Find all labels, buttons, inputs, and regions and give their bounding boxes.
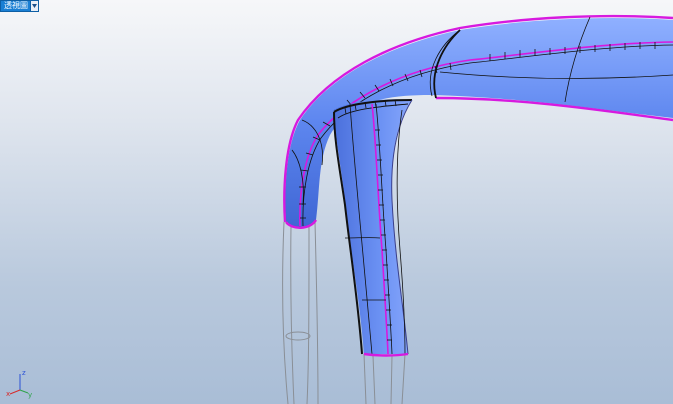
axis-gizmo: z x y [6,369,32,399]
z-axis-label: z [22,369,26,377]
3d-scene[interactable] [0,0,673,404]
front-leg-surface[interactable] [333,99,413,357]
x-axis-line [9,389,21,395]
y-axis-label: y [28,391,32,399]
y-axis-line [19,389,29,394]
perspective-viewport[interactable]: 透視圖 z x y [0,0,673,404]
x-axis-label: x [6,390,10,398]
